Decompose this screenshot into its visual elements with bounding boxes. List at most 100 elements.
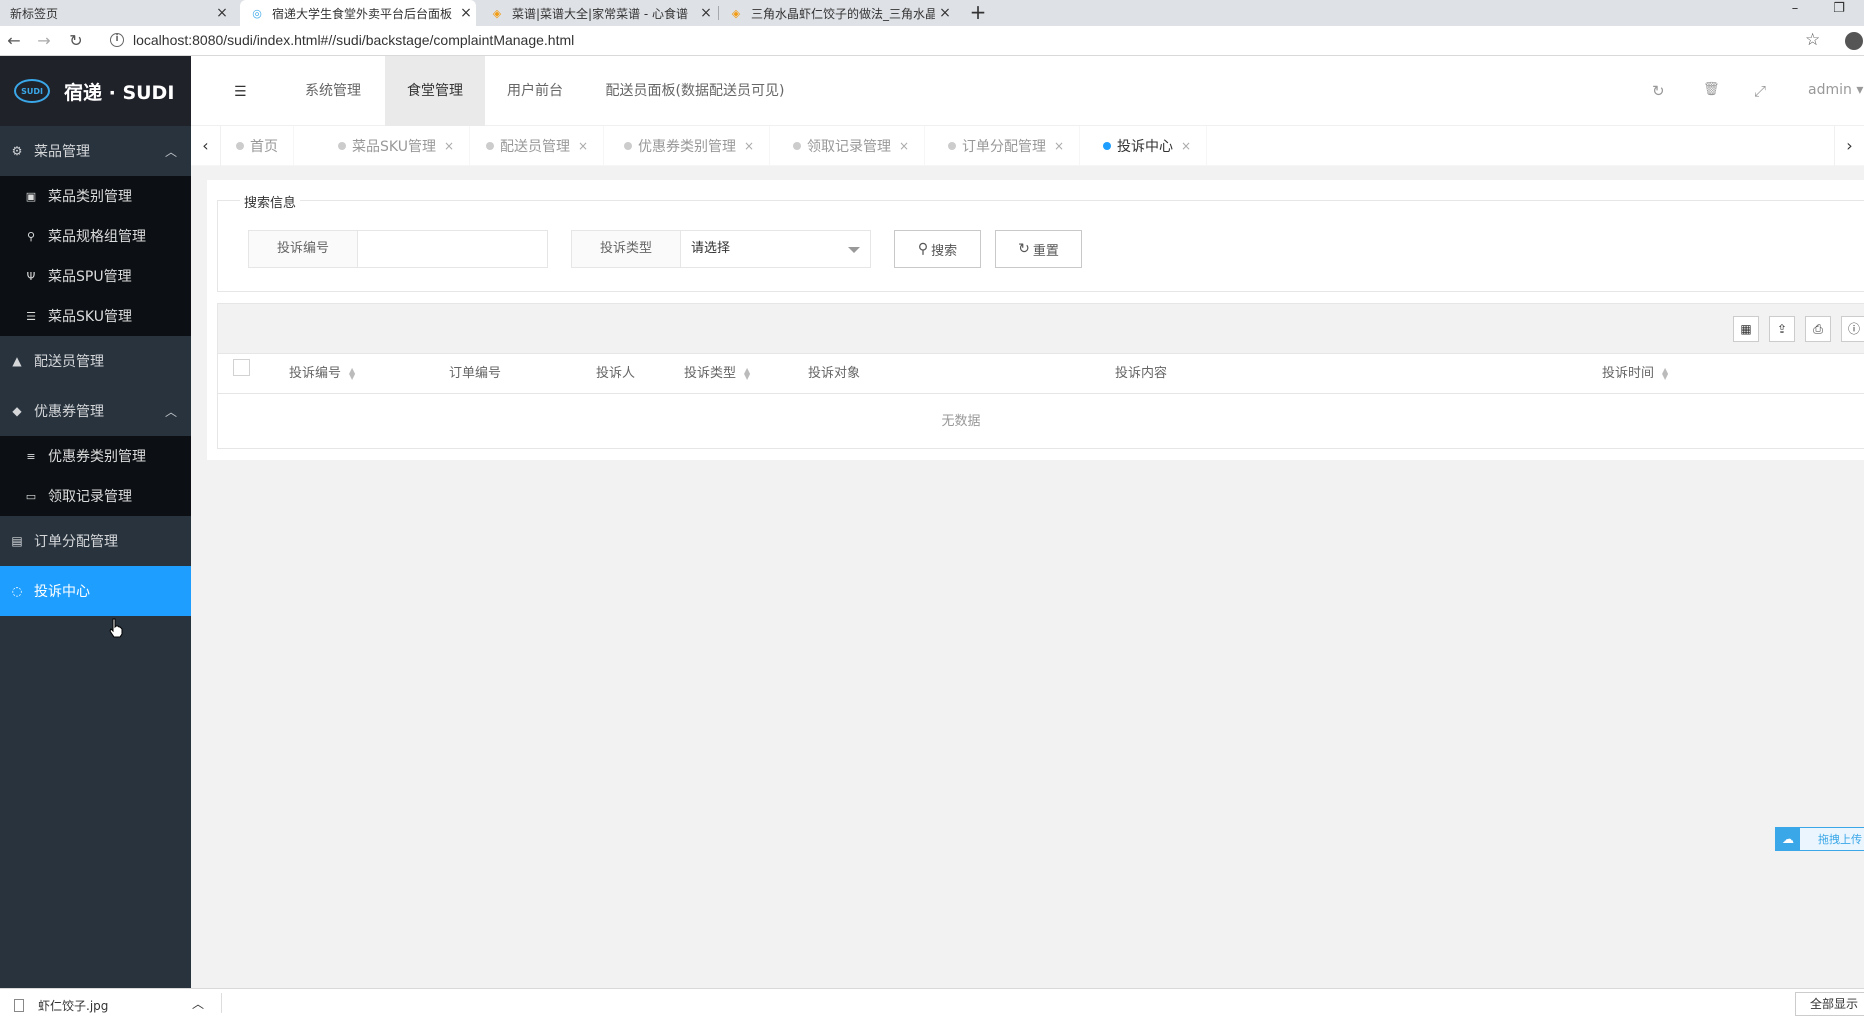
tab-dish-sku[interactable]: 菜品SKU管理 × bbox=[323, 126, 471, 166]
browser-tab-newtab[interactable]: 新标签页 × bbox=[0, 0, 232, 26]
tab-dot bbox=[1103, 142, 1111, 150]
tag-icon: ◆ bbox=[12, 404, 22, 418]
export-icon[interactable]: ⇪ bbox=[1769, 316, 1795, 342]
close-icon[interactable]: × bbox=[1054, 139, 1064, 153]
address-bar: ← → ↻ i localhost:8080/sudi/index.html#/… bbox=[0, 26, 1864, 56]
trash-icon[interactable]: 🗑 bbox=[1703, 82, 1720, 97]
file-icon bbox=[14, 999, 24, 1012]
sort-icon[interactable]: ▲ ▼ bbox=[744, 366, 750, 380]
list-icon: ☰ bbox=[26, 309, 36, 323]
empty-state: 无数据 bbox=[941, 414, 981, 429]
col-complaint-type[interactable]: 投诉类型 ▲ ▼ bbox=[684, 354, 750, 394]
cloud-icon: ☁ bbox=[1776, 828, 1800, 850]
tab-dot bbox=[338, 142, 346, 150]
bag-icon: ▲ bbox=[12, 354, 22, 368]
info-icon[interactable]: ⓘ bbox=[1841, 316, 1864, 342]
close-tab-icon[interactable]: × bbox=[935, 5, 955, 21]
drag-upload-widget[interactable]: ☁ 拖拽上传 bbox=[1775, 827, 1864, 851]
nav-system[interactable]: 系统管理 bbox=[281, 56, 385, 126]
forward-button[interactable]: → bbox=[32, 29, 56, 53]
browser-tab-strip: 新标签页 × ◎ 宿递大学生食堂外卖平台后台面板 × ◈ 菜谱|菜谱大全|家常菜… bbox=[0, 0, 1864, 26]
chevron-up-icon[interactable]: ︿ bbox=[192, 995, 204, 1012]
sidebar-group-dishes[interactable]: ⚙ 菜品管理 ︿ bbox=[0, 126, 191, 176]
app-logo[interactable]: SUDI 宿递 · SUDI bbox=[0, 56, 191, 126]
refresh-icon: ↻ bbox=[1018, 241, 1030, 257]
complaint-no-input[interactable] bbox=[358, 230, 548, 268]
tabs-next-icon[interactable]: › bbox=[1834, 126, 1864, 166]
nav-user-front[interactable]: 用户前台 bbox=[485, 56, 585, 126]
col-complaint-no[interactable]: 投诉编号 ▲ ▼ bbox=[289, 354, 355, 394]
col-complainant: 投诉人 bbox=[596, 366, 636, 381]
search-button[interactable]: ⚲ 搜索 bbox=[894, 230, 981, 268]
divider bbox=[221, 993, 222, 1013]
sidebar-group-coupons[interactable]: ◆ 优惠券管理 ︿ bbox=[0, 386, 191, 436]
sidebar-group-label: 菜品管理 bbox=[34, 144, 90, 160]
tab-home[interactable]: 首页 bbox=[221, 126, 294, 166]
sidebar-item-dish-spu[interactable]: Ψ 菜品SPU管理 bbox=[0, 256, 191, 296]
browser-tab-recipes[interactable]: ◈ 菜谱|菜谱大全|家常菜谱 - 心食谱 × bbox=[480, 0, 716, 26]
tab-coupon-category[interactable]: 优惠券类别管理 × bbox=[609, 126, 771, 166]
complaint-no-label: 投诉编号 bbox=[248, 230, 358, 268]
tabs-prev-icon[interactable]: ‹ bbox=[191, 126, 221, 166]
sidebar-item-dish-sku[interactable]: ☰ 菜品SKU管理 bbox=[0, 296, 191, 336]
sort-icon[interactable]: ▲ ▼ bbox=[349, 366, 355, 380]
table-header: 投诉编号 ▲ ▼ 订单编号 投诉人 投诉类型 ▲ ▼ 投诉对象 投诉内容 投诉时间 ▲ ▼ bbox=[218, 354, 1864, 394]
sidebar-item-coupon-category[interactable]: ≡ 优惠券类别管理 bbox=[0, 436, 191, 476]
gears-icon: ⚙ bbox=[11, 144, 23, 158]
fullscreen-icon[interactable]: ⤢ bbox=[1754, 82, 1766, 100]
close-icon[interactable]: × bbox=[1181, 139, 1191, 153]
user-menu[interactable]: admin ▾ bbox=[1808, 82, 1863, 98]
browser-tab-admin[interactable]: ◎ 宿递大学生食堂外卖平台后台面板 × bbox=[240, 0, 476, 26]
close-icon[interactable]: × bbox=[744, 139, 754, 153]
top-header: ☰ 系统管理 食堂管理 用户前台 配送员面板(数据配送员可见) ↻ 🗑 ⤢ ad… bbox=[191, 56, 1864, 126]
site-info-icon[interactable]: i bbox=[110, 33, 124, 47]
col-complaint-time[interactable]: 投诉时间 ▲ ▼ bbox=[1602, 354, 1668, 394]
close-tab-icon[interactable]: × bbox=[696, 5, 716, 21]
sidebar-group-order-assign[interactable]: ▤ 订单分配管理 bbox=[0, 516, 191, 566]
download-item[interactable]: 虾仁饺子.jpg bbox=[14, 997, 108, 1014]
sort-icon[interactable]: ▲ ▼ bbox=[1662, 366, 1668, 380]
chevron-up-icon: ︿ bbox=[164, 405, 177, 419]
url-field[interactable]: localhost:8080/sudi/index.html#//sudi/ba… bbox=[133, 32, 574, 48]
tab-dot bbox=[948, 142, 956, 150]
back-button[interactable]: ← bbox=[2, 29, 26, 53]
bookmark-star-icon[interactable]: ☆ bbox=[1805, 30, 1820, 50]
sidebar-item-spec-group[interactable]: ⚲ 菜品规格组管理 bbox=[0, 216, 191, 256]
table-toolbar: ▦ ⇪ ⎙ ⓘ bbox=[218, 304, 1864, 354]
select-all-checkbox[interactable] bbox=[233, 359, 250, 376]
close-icon[interactable]: × bbox=[578, 139, 588, 153]
columns-filter-icon[interactable]: ▦ bbox=[1733, 316, 1759, 342]
close-icon[interactable]: × bbox=[899, 139, 909, 153]
close-tab-icon[interactable]: × bbox=[456, 5, 476, 21]
chevron-up-icon: ︿ bbox=[164, 145, 177, 159]
tab-order-assign[interactable]: 订单分配管理 × bbox=[933, 126, 1081, 166]
sidebar-group-courier[interactable]: ▲ 配送员管理 bbox=[0, 336, 191, 386]
minimize-button[interactable]: – bbox=[1780, 0, 1810, 22]
close-icon[interactable]: × bbox=[444, 139, 454, 153]
nav-canteen[interactable]: 食堂管理 bbox=[385, 56, 485, 126]
print-icon[interactable]: ⎙ bbox=[1805, 316, 1831, 342]
tab-courier[interactable]: 配送员管理 × bbox=[471, 126, 605, 166]
recipe-favicon-icon: ◈ bbox=[492, 6, 502, 20]
reset-button[interactable]: ↻ 重置 bbox=[995, 230, 1082, 268]
nav-courier-panel[interactable]: 配送员面板(数据配送员可见) bbox=[585, 56, 805, 126]
tab-dot bbox=[624, 142, 632, 150]
complaint-type-label: 投诉类型 bbox=[571, 230, 681, 268]
tab-claim-records[interactable]: 领取记录管理 × bbox=[778, 126, 926, 166]
profile-avatar-icon[interactable] bbox=[1845, 32, 1863, 50]
browser-tab-dumplings[interactable]: ◈ 三角水晶虾仁饺子的做法_三角水晶 × bbox=[719, 0, 955, 26]
menu-toggle-icon[interactable]: ☰ bbox=[234, 84, 247, 100]
complaint-type-select[interactable]: 请选择 bbox=[681, 230, 871, 268]
restore-button[interactable]: ❐ bbox=[1824, 0, 1854, 22]
search-legend: 搜索信息 bbox=[240, 192, 301, 211]
close-tab-icon[interactable]: × bbox=[212, 5, 232, 21]
reload-button[interactable]: ↻ bbox=[64, 29, 88, 53]
copy-icon: ▤ bbox=[11, 534, 23, 548]
show-all-button[interactable]: 全部显示 bbox=[1795, 992, 1864, 1016]
new-tab-button[interactable]: + bbox=[965, 0, 991, 26]
sidebar-group-complaints[interactable]: ◌ 投诉中心 bbox=[0, 566, 191, 616]
sidebar-item-dish-category[interactable]: ▣ 菜品类别管理 bbox=[0, 176, 191, 216]
refresh-icon[interactable]: ↻ bbox=[1652, 82, 1665, 100]
tab-complaints[interactable]: 投诉中心 × bbox=[1088, 126, 1208, 166]
sidebar-item-claim-records[interactable]: ▭ 领取记录管理 bbox=[0, 476, 191, 516]
